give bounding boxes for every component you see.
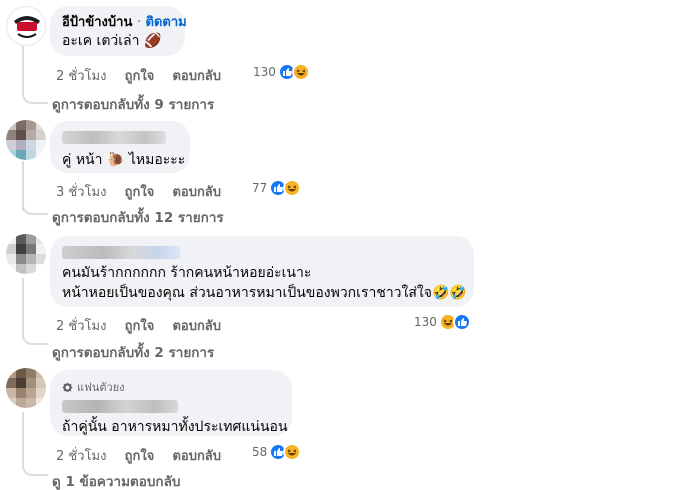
reaction-summary[interactable]: 130 (414, 313, 471, 331)
reaction-count: 130 (253, 65, 276, 79)
reaction-count: 77 (252, 181, 268, 195)
comment-line-2-text: หน้าหอยเป็นของคุณ ส่วนอาหารหมาเป็นของพวก… (62, 285, 432, 301)
comment-text: ถ้าคู่นั้น อาหารหมาทั้งประเทศแน่นอน (62, 419, 288, 435)
reply-link[interactable]: ตอบกลับ (172, 185, 221, 200)
football-emoji: 🏈 (143, 33, 162, 49)
thread-line (22, 412, 24, 469)
page-logo-icon (8, 8, 45, 45)
like-link[interactable]: ถูกใจ (125, 185, 155, 200)
like-link[interactable]: ถูกใจ (125, 319, 155, 334)
comment-author-row: อีป้าข้างบ้าน · ติดตาม (62, 14, 187, 31)
view-replies-link[interactable]: ดู 1 ข้อความตอบกลับ (52, 470, 180, 490)
comment-time[interactable]: 2 ชั่วโมง (56, 69, 106, 84)
comment-line-2: หน้าหอยเป็นของคุณ ส่วนอาหารหมาเป็นของพวก… (62, 283, 467, 303)
comment-author-blurred[interactable] (62, 244, 462, 261)
comment-bubble: คู่ หน้า 🐌 ไหมอะะะ (50, 121, 190, 173)
comment-bubble: คนมันร้ากกกกกก ร้ากคนหน้าหอยอ่ะเนาะ หน้า… (50, 236, 474, 307)
comment-time[interactable]: 2 ชั่วโมง (56, 319, 106, 334)
comment-time[interactable]: 2 ชั่วโมง (56, 449, 106, 464)
comment-actions: 3 ชั่วโมง ถูกใจ ตอบกลับ (56, 181, 235, 202)
blurred-avatar-icon (6, 368, 46, 408)
comment-line-1: คนมันร้ากกกกกก ร้ากคนหน้าหอยอ่ะเนาะ (62, 265, 312, 281)
comment-actions: 2 ชั่วโมง ถูกใจ ตอบกลับ (56, 315, 235, 336)
view-replies-link[interactable]: ดูการตอบกลับทั้ง 9 รายการ (52, 93, 214, 115)
blurred-avatar-icon (6, 120, 46, 160)
comment-author-blurred[interactable] (62, 129, 178, 146)
like-link[interactable]: ถูกใจ (125, 69, 155, 84)
snail-emoji: 🐌 (106, 152, 125, 168)
avatar[interactable] (6, 368, 46, 408)
comment-text-body: อะเค เตว่เล่า (62, 33, 140, 49)
reply-link[interactable]: ตอบกลับ (172, 69, 221, 84)
comment-time[interactable]: 3 ชั่วโมง (56, 185, 106, 200)
haha-reaction-icon (283, 179, 302, 197)
thread-connector (22, 92, 48, 104)
comment-text: อะเค เตว่เล่า 🏈 (62, 31, 173, 51)
like-link[interactable]: ถูกใจ (125, 449, 155, 464)
comment-text: คู่ หน้า 🐌 ไหมอะะะ (62, 150, 185, 170)
comment-author[interactable]: อีป้าข้างบ้าน (62, 15, 132, 30)
reaction-summary[interactable]: 58 (252, 443, 302, 461)
view-replies-link[interactable]: ดูการตอบกลับทั้ง 12 รายการ (52, 206, 224, 228)
avatar[interactable] (6, 120, 46, 160)
follow-button[interactable]: ติดตาม (146, 15, 187, 30)
comment-bubble: แฟนตัวยง ถ้าคู่นั้น อาหารหมาทั้งประเทศแน… (50, 370, 292, 436)
reaction-count: 130 (414, 315, 437, 329)
thread-connector (22, 464, 48, 476)
haha-reaction-icon (291, 63, 310, 81)
comment-actions: 2 ชั่วโมง ถูกใจ ตอบกลับ (56, 65, 235, 86)
view-replies-link[interactable]: ดูการตอบกลับทั้ง 2 รายการ (52, 341, 214, 363)
avatar[interactable] (6, 234, 46, 274)
reaction-count: 58 (252, 445, 268, 459)
thread-connector (22, 333, 48, 345)
top-fan-badge: แฟนตัวยง (62, 378, 280, 396)
reply-link[interactable]: ตอบกลับ (172, 449, 221, 464)
thread-line (22, 278, 24, 338)
rofl-emoji: 🤣🤣 (431, 285, 467, 301)
haha-reaction-icon (283, 443, 302, 461)
comment-bubble: อีป้าข้างบ้าน · ติดตาม อะเค เตว่เล่า 🏈 (50, 6, 187, 56)
comment-text-part: ไหมอะะะ (128, 152, 186, 168)
blurred-avatar-icon (6, 234, 46, 274)
comment-author-blurred[interactable] (62, 399, 280, 414)
separator: · (136, 15, 142, 30)
like-reaction-icon (452, 313, 471, 331)
reaction-summary[interactable]: 77 (252, 179, 302, 197)
badge-label: แฟนตัวยง (77, 381, 125, 394)
badge-icon (62, 381, 73, 393)
avatar[interactable] (6, 6, 46, 46)
thread-connector (22, 203, 48, 215)
comment-text-part: คู่ หน้า (62, 152, 103, 168)
reaction-summary[interactable]: 130 (253, 63, 310, 81)
reply-link[interactable]: ตอบกลับ (172, 319, 221, 334)
comment-actions: 2 ชั่วโมง ถูกใจ ตอบกลับ (56, 445, 235, 466)
thread-line (22, 46, 24, 96)
